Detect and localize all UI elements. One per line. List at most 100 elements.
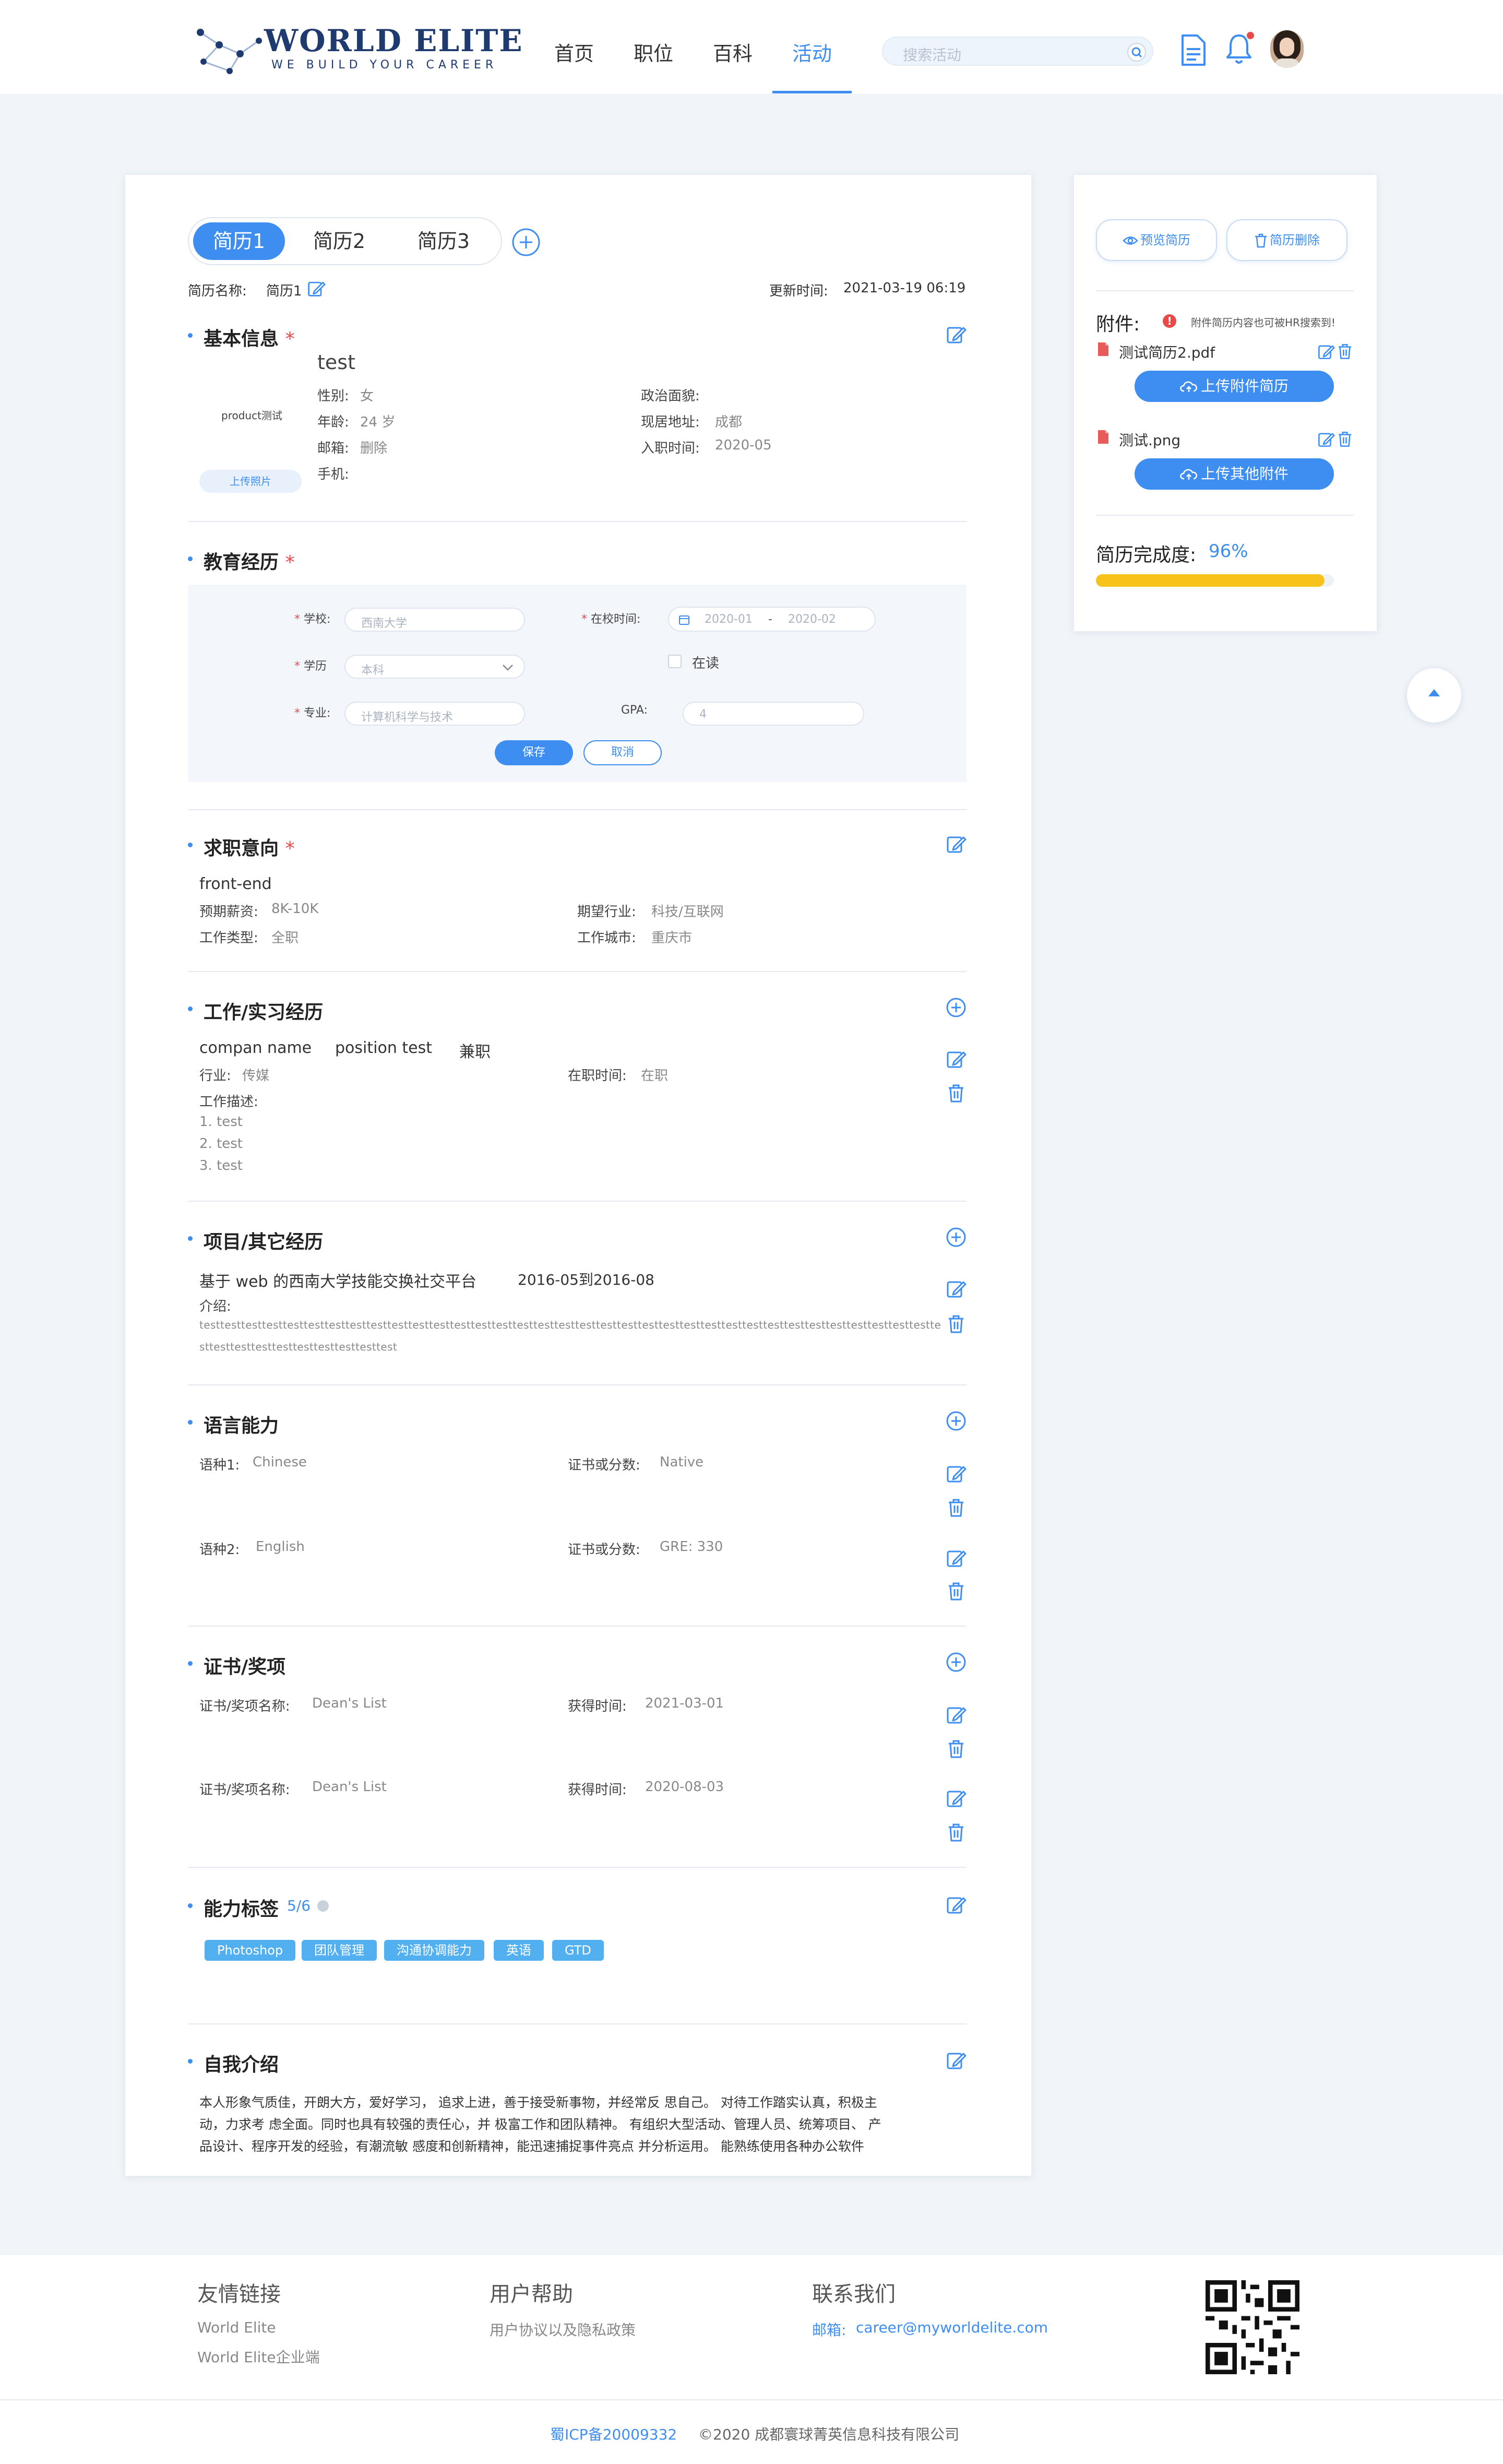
work-delete-icon[interactable] bbox=[946, 1083, 967, 1104]
work-edit-icon[interactable] bbox=[946, 1048, 967, 1069]
search-placeholder: 搜索活动 bbox=[903, 46, 962, 64]
add-language-icon[interactable] bbox=[946, 1411, 967, 1431]
gpa-input[interactable]: 4 bbox=[683, 702, 864, 726]
self-intro-edit-icon[interactable] bbox=[946, 2050, 967, 2070]
skills-info-icon[interactable] bbox=[317, 1900, 329, 1912]
award-1-edit-icon[interactable] bbox=[946, 1704, 967, 1725]
education-cancel-button[interactable]: 取消 bbox=[583, 740, 662, 765]
language-1-cert-label: 证书或分数: bbox=[568, 1458, 640, 1473]
age-label: 年龄: bbox=[317, 414, 349, 430]
attachment-2-edit-icon[interactable] bbox=[1317, 430, 1335, 448]
rename-edit-icon[interactable] bbox=[307, 279, 326, 298]
project-delete-icon[interactable] bbox=[946, 1313, 967, 1334]
update-time-label: 更新时间: bbox=[769, 283, 828, 299]
award-2-label: 证书/奖项名称: bbox=[199, 1782, 290, 1798]
section-divider bbox=[188, 1384, 967, 1385]
upload-other-attachment-button[interactable]: 上传其他附件 bbox=[1135, 458, 1334, 490]
language-2-delete-icon[interactable] bbox=[946, 1581, 967, 1602]
nav-events[interactable]: 活动 bbox=[792, 38, 832, 66]
search-input[interactable]: 搜索活动 bbox=[882, 37, 1153, 66]
footer-link[interactable]: World Elite bbox=[197, 2319, 276, 2336]
preview-resume-button[interactable]: 预览简历 bbox=[1096, 219, 1217, 261]
resume-name-label: 简历名称: bbox=[188, 283, 247, 299]
email-value: 删除 bbox=[360, 441, 388, 456]
skill-tag: 英语 bbox=[494, 1940, 544, 1961]
logo[interactable]: WORLD ELITE WE BUILD YOUR CAREER bbox=[193, 21, 522, 78]
tab-resume-1[interactable]: 简历1 bbox=[193, 222, 285, 260]
nav-wiki[interactable]: 百科 bbox=[713, 38, 753, 66]
trash-icon bbox=[1255, 233, 1267, 248]
work-title: 工作/实习经历 bbox=[204, 1002, 324, 1023]
section-bullet bbox=[188, 556, 193, 561]
sidebar-divider bbox=[1096, 290, 1354, 291]
major-input[interactable]: 计算机科学与技术 bbox=[344, 702, 525, 726]
section-bullet bbox=[188, 333, 193, 338]
section-bullet bbox=[188, 843, 193, 847]
language-1-edit-icon[interactable] bbox=[946, 1463, 967, 1484]
education-save-button[interactable]: 保存 bbox=[495, 740, 573, 765]
attachment-1-edit-icon[interactable] bbox=[1317, 342, 1335, 360]
intention-edit-icon[interactable] bbox=[946, 833, 967, 854]
avatar[interactable] bbox=[1270, 30, 1304, 68]
back-to-top-button[interactable] bbox=[1407, 668, 1461, 722]
logo-network-icon bbox=[197, 29, 262, 74]
attachment-1-delete-icon[interactable] bbox=[1336, 342, 1354, 360]
time-from: 2020-01 bbox=[705, 613, 753, 626]
job-type-value: 全职 bbox=[271, 930, 299, 946]
bell-icon[interactable] bbox=[1223, 31, 1256, 66]
gpa-value: 4 bbox=[699, 708, 707, 721]
award-2-delete-icon[interactable] bbox=[946, 1822, 967, 1843]
logo-title: WORLD ELITE bbox=[264, 23, 523, 58]
intention-title: 求职意向 * bbox=[204, 838, 295, 859]
attachment-file-2[interactable]: 测试.png bbox=[1119, 429, 1180, 450]
award-1-delete-icon[interactable] bbox=[946, 1738, 967, 1759]
delete-resume-button[interactable]: 简历删除 bbox=[1226, 219, 1347, 261]
completion-progress-fill bbox=[1096, 574, 1325, 587]
skills-edit-icon[interactable] bbox=[946, 1894, 967, 1915]
language-1-label: 语种1: bbox=[199, 1458, 240, 1473]
language-2-cert-label: 证书或分数: bbox=[568, 1542, 640, 1558]
tab-resume-2[interactable]: 简历2 bbox=[297, 222, 381, 260]
school-input[interactable]: 西南大学 bbox=[344, 608, 525, 632]
upload-resume-attachment-button[interactable]: 上传附件简历 bbox=[1135, 371, 1334, 402]
attachment-2-delete-icon[interactable] bbox=[1336, 430, 1354, 448]
project-edit-icon[interactable] bbox=[946, 1278, 967, 1299]
salary-label: 预期薪资: bbox=[199, 904, 258, 920]
upload-photo-button[interactable]: 上传照片 bbox=[199, 470, 302, 493]
footer-email[interactable]: career@myworldelite.com bbox=[856, 2319, 1048, 2336]
politics-label: 政治面貌: bbox=[641, 388, 700, 404]
degree-select[interactable]: 本科 bbox=[344, 655, 525, 679]
tab-resume-3[interactable]: 简历3 bbox=[402, 222, 485, 260]
nav-home[interactable]: 首页 bbox=[554, 38, 594, 66]
major-value: 计算机科学与技术 bbox=[361, 711, 454, 724]
basic-info-edit-icon[interactable] bbox=[946, 324, 967, 345]
completion-label: 简历完成度: bbox=[1096, 544, 1197, 566]
self-intro-line: 动，力求考 虑全面。同时也具有较强的责任心，并 极富工作和团队精神。 有组织大型… bbox=[199, 2117, 881, 2132]
warning-icon: ! bbox=[1163, 314, 1176, 328]
search-icon[interactable] bbox=[1126, 42, 1147, 63]
footer-icp[interactable]: 蜀ICP备20009332 bbox=[550, 2423, 677, 2444]
language-1-delete-icon[interactable] bbox=[946, 1497, 967, 1518]
footer-link[interactable]: World Elite企业端 bbox=[197, 2346, 320, 2367]
school-label: * 学校: bbox=[294, 613, 331, 626]
add-resume-icon[interactable] bbox=[511, 228, 541, 257]
attachment-file-1[interactable]: 测试简历2.pdf bbox=[1119, 341, 1215, 362]
add-work-icon[interactable] bbox=[946, 997, 967, 1018]
add-award-icon[interactable] bbox=[946, 1652, 967, 1673]
work-industry-label: 行业: bbox=[199, 1068, 231, 1084]
degree-value: 本科 bbox=[361, 664, 385, 677]
preview-label: 预览简历 bbox=[1140, 233, 1190, 247]
job-type-label: 工作类型: bbox=[199, 930, 258, 946]
resume-document-icon[interactable] bbox=[1178, 33, 1208, 67]
school-time-range[interactable]: 2020-01 - 2020-02 bbox=[668, 607, 876, 632]
age-value: 24 岁 bbox=[360, 414, 396, 430]
footer-privacy-link[interactable]: 用户协议以及隐私政策 bbox=[490, 2319, 636, 2340]
add-project-icon[interactable] bbox=[946, 1227, 967, 1248]
nav-jobs[interactable]: 职位 bbox=[634, 38, 673, 66]
section-bullet bbox=[188, 1236, 193, 1241]
award-2-edit-icon[interactable] bbox=[946, 1787, 967, 1808]
section-bullet bbox=[188, 1420, 193, 1425]
completion-progress-track bbox=[1096, 574, 1334, 587]
studying-checkbox[interactable] bbox=[668, 655, 682, 668]
language-2-edit-icon[interactable] bbox=[946, 1547, 967, 1568]
